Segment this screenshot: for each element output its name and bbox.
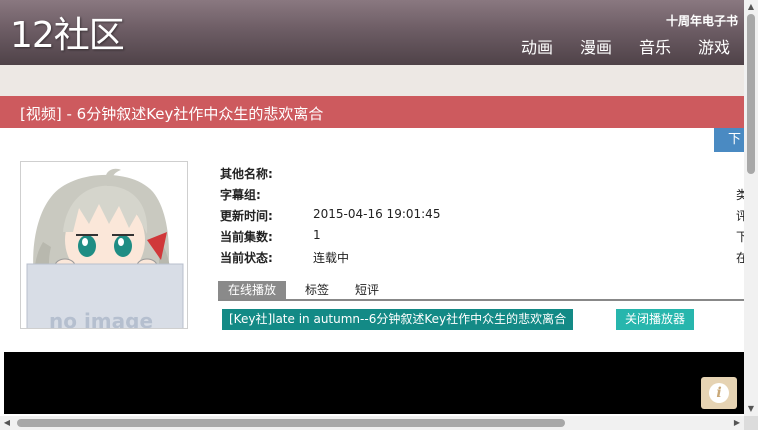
site-logo[interactable]: 12社区 — [10, 14, 125, 58]
tab-short-reviews[interactable]: 短评 — [355, 281, 379, 299]
download-tab[interactable]: 下 — [714, 128, 744, 152]
main-nav: 动画 漫画 音乐 游戏 — [521, 38, 730, 58]
svg-text:no image: no image — [49, 309, 153, 329]
info-key: 更新时间: — [220, 209, 273, 223]
page-title-bar: [视频] - 6分钟叙述Key社作中众生的悲欢离合 — [0, 96, 744, 128]
scroll-right-arrow-icon[interactable]: ▶ — [730, 416, 744, 430]
right-col-item: 类 — [736, 188, 744, 202]
nav-item-music[interactable]: 音乐 — [639, 38, 671, 58]
info-key: 字幕组: — [220, 188, 261, 202]
nav-item-manga[interactable]: 漫画 — [580, 38, 612, 58]
scroll-down-arrow-icon[interactable]: ▼ — [744, 402, 758, 416]
tab-bar: 在线播放 标签 短评 — [218, 281, 744, 301]
page: 12社区 十周年电子书 动画 漫画 音乐 游戏 [视频] - 6分钟叙述Key社… — [0, 0, 758, 430]
tab-tags[interactable]: 标签 — [305, 281, 329, 299]
nav-item-games[interactable]: 游戏 — [698, 38, 730, 58]
episode-button[interactable]: [Key社]late in autumn--6分钟叙述Key社作中众生的悲欢离合 — [222, 309, 574, 330]
scroll-up-arrow-icon[interactable]: ▲ — [744, 0, 758, 14]
vertical-scroll-thumb[interactable] — [747, 14, 755, 174]
poster-image: no image — [20, 161, 188, 329]
video-player[interactable] — [4, 352, 744, 414]
info-value: 连载中 — [313, 251, 350, 265]
right-col-item: 在 — [736, 251, 744, 265]
tab-online-play[interactable]: 在线播放 — [218, 281, 287, 299]
nav-item-anime[interactable]: 动画 — [521, 38, 553, 58]
right-col-item[interactable]: 下 — [736, 228, 744, 245]
vertical-scrollbar[interactable]: ▲ ▼ — [744, 0, 758, 416]
scrollbar-corner — [744, 416, 758, 430]
scroll-left-arrow-icon[interactable]: ◀ — [0, 416, 14, 430]
header-band — [0, 65, 744, 96]
horizontal-scrollbar[interactable]: ◀ ▶ — [0, 416, 744, 430]
anniversary-ebook-link[interactable]: 十周年电子书 — [666, 12, 738, 29]
info-key: 当前集数: — [220, 230, 273, 244]
anime-girl-illustration: no image — [26, 168, 184, 329]
info-icon: i — [709, 383, 729, 403]
info-value: 1 — [313, 228, 321, 242]
right-col-item: 评 — [736, 209, 744, 223]
info-value: 2015-04-16 19:01:45 — [313, 207, 441, 221]
close-player-button[interactable]: 关闭播放器 — [616, 309, 695, 330]
info-key: 其他名称: — [220, 167, 273, 181]
info-key: 当前状态: — [220, 251, 273, 265]
page-title: [视频] - 6分钟叙述Key社作中众生的悲欢离合 — [20, 105, 324, 123]
horizontal-scroll-thumb[interactable] — [17, 419, 565, 427]
info-button[interactable]: i — [701, 377, 737, 409]
site-header: 12社区 十周年电子书 动画 漫画 音乐 游戏 — [0, 0, 744, 65]
